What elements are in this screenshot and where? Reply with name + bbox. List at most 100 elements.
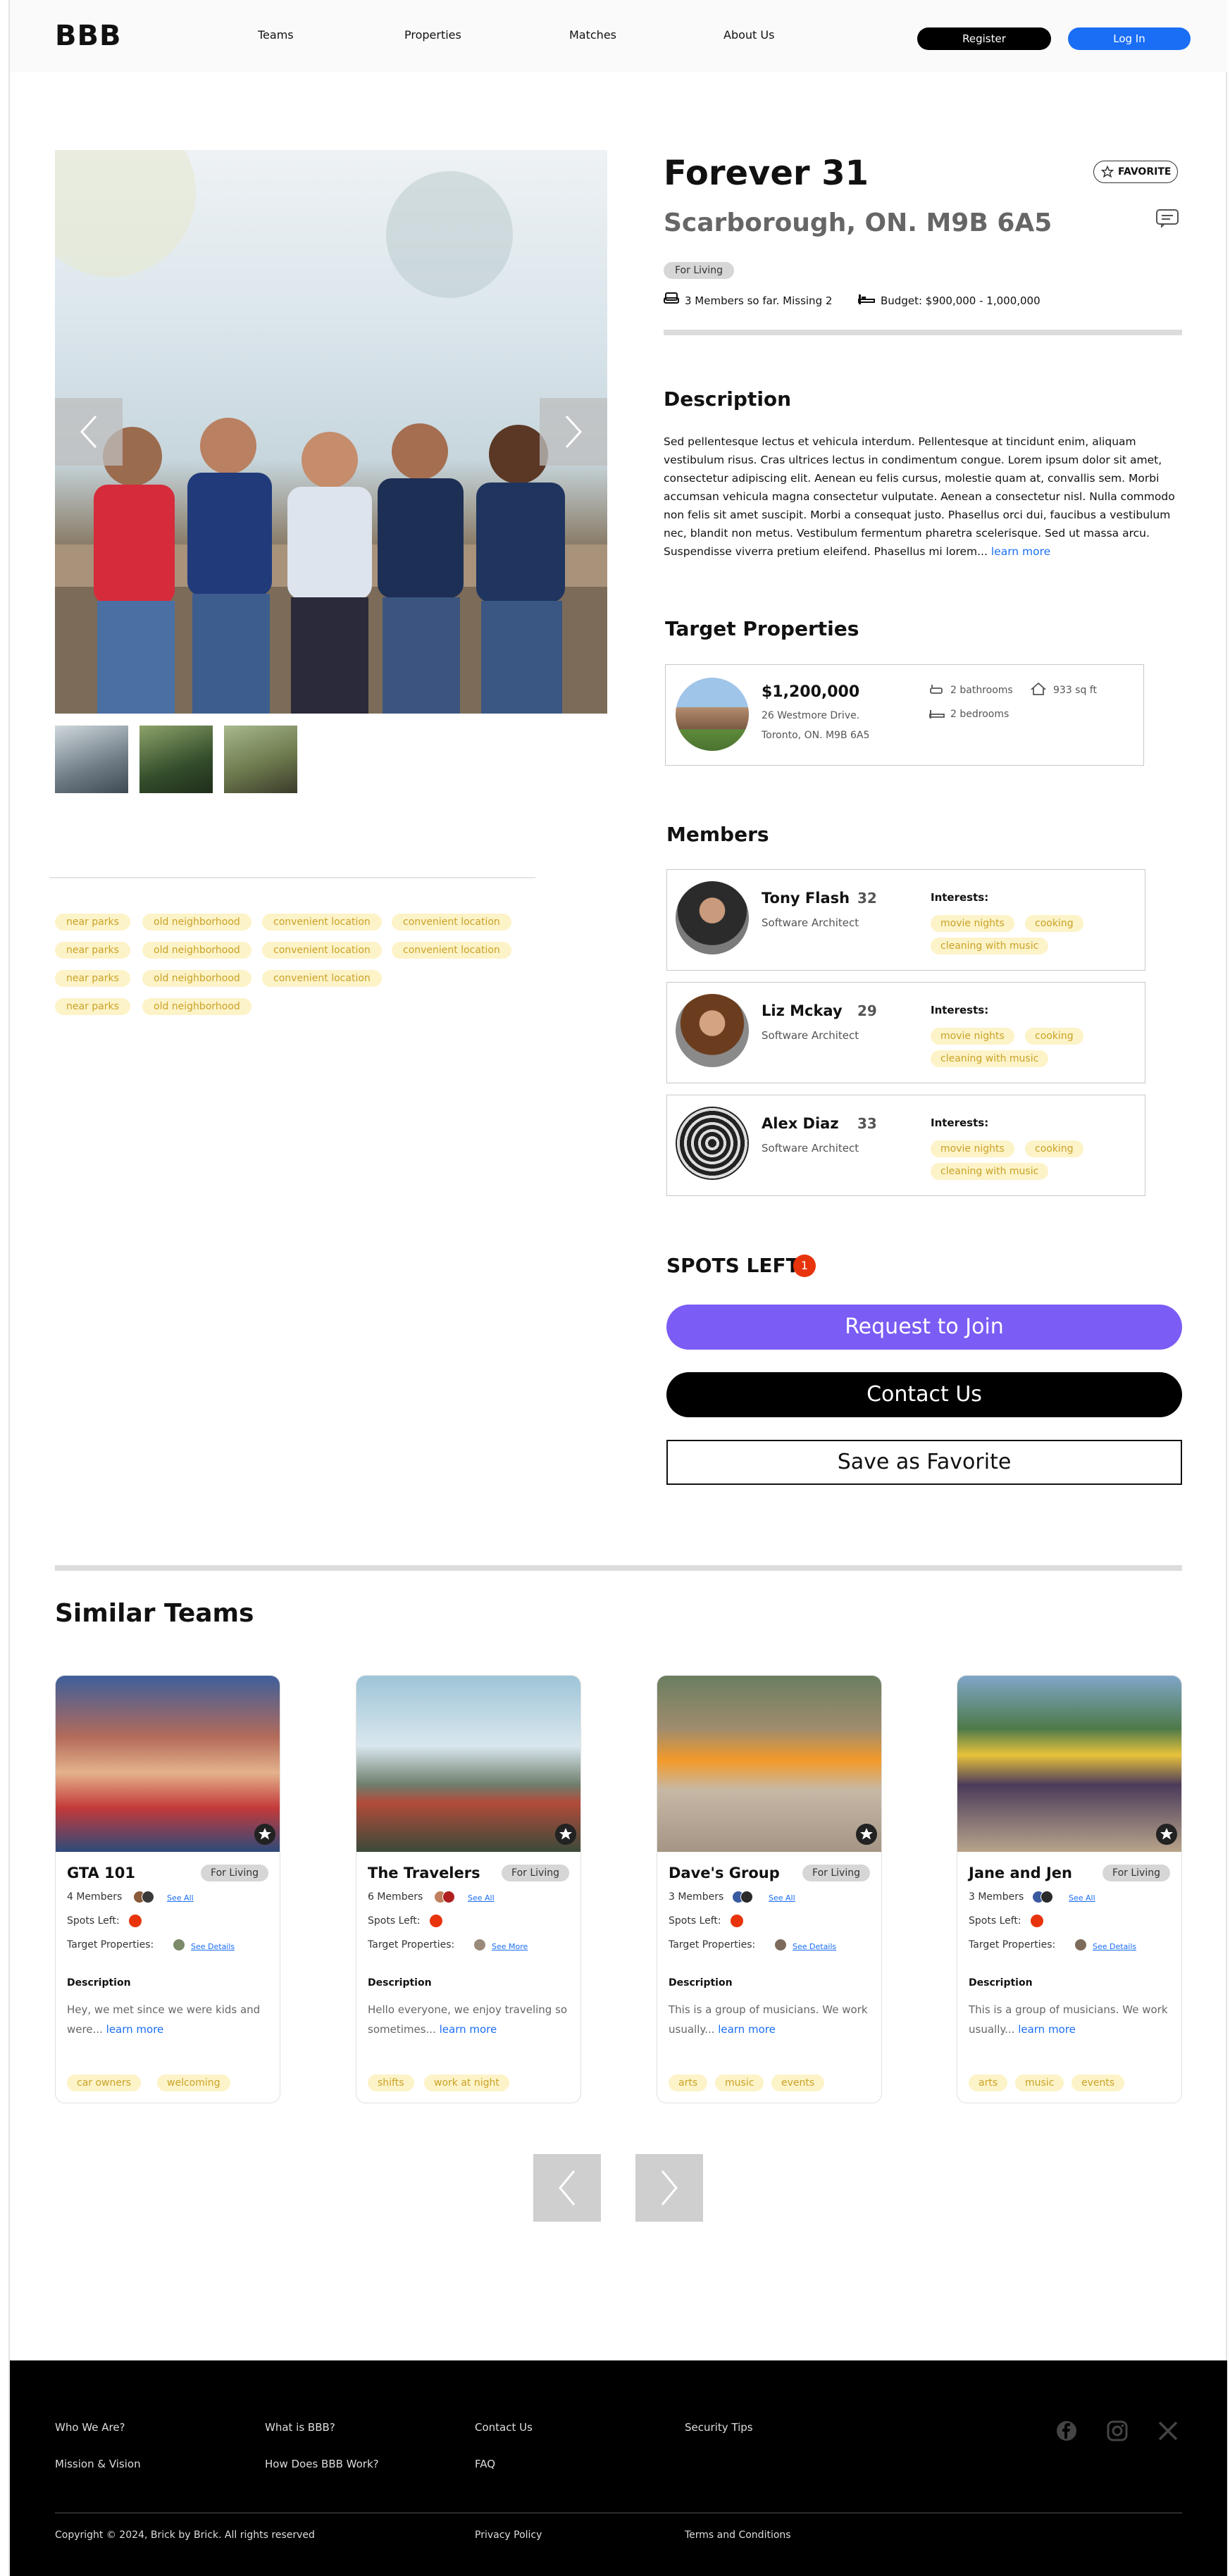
team-tag: events (1071, 2074, 1125, 2091)
favorite-star-icon[interactable] (254, 1824, 275, 1845)
team-tag: music (1015, 2074, 1064, 2091)
member-card[interactable]: Alex Diaz 33 Software Architect Interest… (666, 1095, 1145, 1196)
learn-more-link[interactable]: learn more (991, 545, 1050, 558)
member-age: 29 (857, 1002, 877, 1019)
contact-us-button[interactable]: Contact Us (666, 1372, 1182, 1417)
spots-left-label: Spots Left: (969, 1915, 1021, 1927)
listing-title: Forever 31 (664, 154, 869, 193)
footer-link[interactable]: How Does BBB Work? (265, 2458, 379, 2470)
nav-matches[interactable]: Matches (569, 28, 616, 42)
target-properties-label: Target Properties: (368, 1939, 455, 1950)
interest-chip: cooking (1025, 1028, 1083, 1045)
interest-chip: movie nights (931, 1140, 1014, 1157)
similar-next-button[interactable] (635, 2154, 703, 2222)
team-description-heading: Description (969, 1977, 1033, 1989)
footer-link[interactable]: FAQ (475, 2458, 495, 2470)
member-mini-avatar (142, 1891, 154, 1903)
learn-more-link[interactable]: learn more (106, 2023, 164, 2036)
team-type-badge: For Living (802, 1865, 870, 1881)
spots-dot (731, 1915, 743, 1927)
footer-link[interactable]: Mission & Vision (55, 2458, 141, 2470)
chevron-left-icon (559, 2170, 576, 2205)
team-tag: shifts (368, 2074, 414, 2091)
nav-teams[interactable]: Teams (258, 28, 294, 42)
member-avatar (676, 881, 749, 954)
team-description-heading: Description (368, 1977, 432, 1989)
facebook-icon[interactable] (1055, 2420, 1078, 2442)
x-twitter-icon[interactable] (1157, 2420, 1179, 2442)
team-name: GTA 101 (67, 1865, 135, 1881)
nav-about[interactable]: About Us (723, 28, 774, 42)
team-card[interactable]: GTA 101 For Living 4 Members See All Spo… (55, 1675, 280, 2103)
register-button[interactable]: Register (917, 27, 1051, 50)
hero-prev-button[interactable] (55, 398, 123, 466)
learn-more-link[interactable]: learn more (1018, 2023, 1076, 2036)
favorite-star-icon[interactable] (555, 1824, 576, 1845)
property-card[interactable]: $1,200,000 26 Westmore Drive. Toronto, O… (665, 664, 1144, 766)
thumbnail-3[interactable] (224, 726, 297, 793)
favorite-chip[interactable]: FAVORITE (1093, 161, 1178, 183)
budget-info: Budget: $900,000 - 1,000,000 (881, 294, 1040, 307)
member-card[interactable]: Tony Flash 32 Software Architect Interes… (666, 869, 1145, 971)
tag: near parks (55, 942, 130, 959)
thumbnail-1[interactable] (55, 726, 128, 793)
star-icon (1101, 166, 1114, 178)
favorite-star-icon[interactable] (856, 1824, 877, 1845)
bathtub-icon (930, 685, 943, 694)
similar-prev-button[interactable] (533, 2154, 601, 2222)
team-tag: music (715, 2074, 764, 2091)
chat-icon[interactable] (1155, 209, 1179, 230)
see-details-link[interactable]: See Details (1093, 1942, 1136, 1951)
chevron-left-icon (80, 415, 97, 449)
team-card[interactable]: The Travelers For Living 6 Members See A… (356, 1675, 581, 2103)
team-tag: welcoming (157, 2074, 230, 2091)
hero-photo (55, 150, 607, 714)
chevron-right-icon (565, 415, 583, 449)
team-members-count: 3 Members (969, 1891, 1024, 1903)
login-button[interactable]: Log In (1068, 27, 1191, 50)
nav-properties[interactable]: Properties (404, 28, 461, 42)
member-mini-avatar (442, 1891, 455, 1903)
instagram-icon[interactable] (1106, 2420, 1129, 2442)
see-all-link[interactable]: See All (468, 1893, 495, 1903)
see-all-link[interactable]: See All (167, 1893, 194, 1903)
house-icon (1031, 682, 1046, 695)
see-all-link[interactable]: See All (1069, 1893, 1095, 1903)
listing-address: Scarborough, ON. M9B 6A5 (664, 209, 1052, 237)
team-description: Hey, we met since we were kids and were.… (67, 2000, 271, 2039)
team-card[interactable]: Jane and Jen For Living 3 Members See Al… (957, 1675, 1182, 2103)
spots-dot (1031, 1915, 1043, 1927)
group-photo-illustration (55, 150, 607, 714)
team-card[interactable]: Dave's Group For Living 3 Members See Al… (657, 1675, 882, 2103)
privacy-policy-link[interactable]: Privacy Policy (475, 2530, 542, 2541)
interest-chip: cleaning with music (931, 1163, 1049, 1180)
see-all-link[interactable]: See All (769, 1893, 795, 1903)
save-as-favorite-button[interactable]: Save as Favorite (666, 1440, 1182, 1485)
logo[interactable]: BBB (55, 20, 121, 52)
member-card[interactable]: Liz Mckay 29 Software Architect Interest… (666, 982, 1145, 1083)
learn-more-link[interactable]: learn more (718, 2023, 776, 2036)
property-mini-avatar (473, 1939, 486, 1951)
footer-link[interactable]: Who We Are? (55, 2421, 125, 2434)
footer-link[interactable]: Contact Us (475, 2421, 533, 2434)
learn-more-link[interactable]: learn more (440, 2023, 497, 2036)
request-to-join-button[interactable]: Request to Join (666, 1305, 1182, 1350)
see-more-link[interactable]: See More (492, 1942, 528, 1951)
interest-chip: cooking (1025, 915, 1083, 932)
tag: near parks (55, 970, 130, 987)
terms-link[interactable]: Terms and Conditions (685, 2530, 791, 2541)
hero-next-button[interactable] (540, 398, 607, 466)
team-type-badge: For Living (201, 1865, 268, 1881)
footer-link[interactable]: Security Tips (685, 2421, 753, 2434)
team-members-count: 6 Members (368, 1891, 423, 1903)
see-details-link[interactable]: See Details (793, 1942, 836, 1951)
favorite-star-icon[interactable] (1156, 1824, 1177, 1845)
members-heading: Members (666, 823, 769, 846)
property-mini-avatar (1074, 1939, 1087, 1951)
bed-icon (929, 710, 945, 718)
member-mini-avatar (1040, 1891, 1053, 1903)
property-mini-avatar (173, 1939, 185, 1951)
thumbnail-2[interactable] (139, 726, 213, 793)
see-details-link[interactable]: See Details (191, 1942, 235, 1951)
footer-link[interactable]: What is BBB? (265, 2421, 335, 2434)
